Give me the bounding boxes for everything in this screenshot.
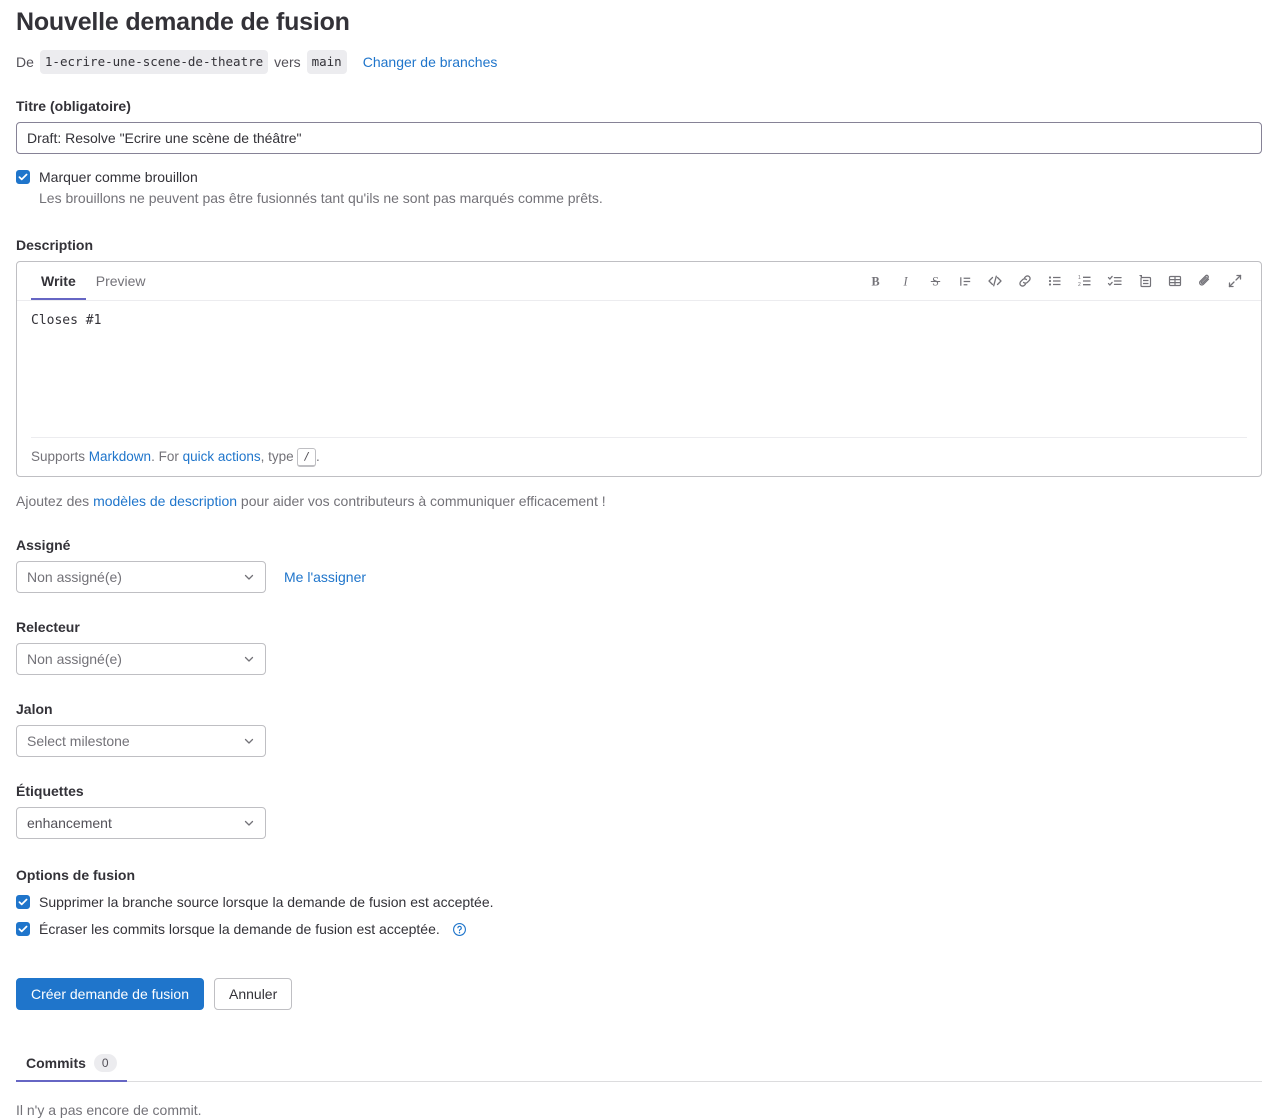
editor-header: Write Preview B I S 1 2 xyxy=(17,262,1261,301)
squash-commits-row[interactable]: Écraser les commits lorsque la demande d… xyxy=(16,918,1254,940)
description-label: Description xyxy=(16,237,94,253)
page-title: Nouvelle demande de fusion xyxy=(16,8,350,36)
template-note-suffix: pour aider vos contributeurs à communiqu… xyxy=(237,493,606,509)
labels-select[interactable]: enhancement xyxy=(16,807,266,839)
tab-write[interactable]: Write xyxy=(31,262,86,300)
task-list-icon[interactable] xyxy=(1101,267,1129,295)
bold-icon[interactable]: B xyxy=(861,267,889,295)
branch-summary: De 1-ecrire-une-scene-de-theatre vers ma… xyxy=(16,50,1254,74)
merge-options-label: Options de fusion xyxy=(16,867,135,883)
supports-suffix: . xyxy=(316,449,320,464)
svg-text:B: B xyxy=(871,274,879,288)
chevron-down-icon xyxy=(243,735,255,747)
svg-text:I: I xyxy=(902,274,908,288)
labels-group: Étiquettes enhancement xyxy=(8,781,1254,839)
chevron-down-icon xyxy=(243,571,255,583)
description-textarea-wrapper: Closes #1 xyxy=(17,301,1261,437)
description-templates-link[interactable]: modèles de description xyxy=(93,493,237,509)
draft-checkbox[interactable] xyxy=(16,170,30,184)
commits-section: Commits 0 Il n'y a pas encore de commit. xyxy=(8,1048,1262,1120)
italic-icon[interactable]: I xyxy=(891,267,919,295)
quick-actions-link[interactable]: quick actions xyxy=(183,449,261,464)
strikethrough-icon[interactable]: S xyxy=(921,267,949,295)
reviewer-label: Relecteur xyxy=(16,619,80,635)
commits-empty-message: Il n'y a pas encore de commit. xyxy=(16,1102,202,1118)
assignee-select[interactable]: Non assigné(e) xyxy=(16,561,266,593)
form-actions: Créer demande de fusion Annuler xyxy=(16,978,1254,1010)
link-icon[interactable] xyxy=(1011,267,1039,295)
delete-source-branch-label: Supprimer la branche source lorsque la d… xyxy=(39,894,494,910)
milestone-label: Jalon xyxy=(16,701,53,717)
editor-footer-hint: Supports Markdown. For quick actions, ty… xyxy=(31,437,1247,476)
collapsible-section-icon[interactable] xyxy=(1131,267,1159,295)
description-template-note: Ajoutez des modèles de description pour … xyxy=(16,491,1254,511)
quote-icon[interactable] xyxy=(951,267,979,295)
self-assign-link[interactable]: Me l'assigner xyxy=(284,569,366,585)
commits-tabbar: Commits 0 xyxy=(16,1048,1262,1082)
attachment-icon[interactable] xyxy=(1191,267,1219,295)
draft-checkbox-label: Marquer comme brouillon xyxy=(39,169,198,185)
svg-text:1: 1 xyxy=(1078,275,1081,281)
assignee-row: Non assigné(e) Me l'assigner xyxy=(16,561,1254,593)
editor-tabs: Write Preview xyxy=(31,262,156,300)
template-note-prefix: Ajoutez des xyxy=(16,493,94,509)
from-label: De xyxy=(16,54,34,70)
new-merge-request-page: Nouvelle demande de fusion De 1-ecrire-u… xyxy=(0,0,1278,1120)
change-branches-link[interactable]: Changer de branches xyxy=(363,52,498,72)
milestone-group: Jalon Select milestone xyxy=(8,699,1254,757)
milestone-value: Select milestone xyxy=(27,733,130,749)
assignee-label: Assigné xyxy=(16,537,71,553)
draft-checkbox-row[interactable]: Marquer comme brouillon xyxy=(16,166,1254,188)
table-icon[interactable] xyxy=(1161,267,1189,295)
type-text: , type xyxy=(260,449,298,464)
description-textarea[interactable]: Closes #1 xyxy=(31,311,1247,330)
reviewer-row: Non assigné(e) xyxy=(16,643,1254,675)
squash-commits-label: Écraser les commits lorsque la demande d… xyxy=(39,921,440,937)
title-input[interactable] xyxy=(16,122,1262,154)
milestone-row: Select milestone xyxy=(16,725,1254,757)
supports-middle: . For xyxy=(151,449,183,464)
chevron-down-icon xyxy=(243,653,255,665)
labels-row: enhancement xyxy=(16,807,1254,839)
slash-key-hint: / xyxy=(297,448,317,467)
title-field-label: Titre (obligatoire) xyxy=(16,98,131,114)
chevron-down-icon xyxy=(243,817,255,829)
source-branch-badge: 1-ecrire-une-scene-de-theatre xyxy=(39,50,269,74)
svg-text:2: 2 xyxy=(1078,282,1081,288)
to-label: vers xyxy=(274,54,301,70)
title-field-group: Titre (obligatoire) xyxy=(8,96,1262,154)
draft-group: Marquer comme brouillon Les brouillons n… xyxy=(8,166,1254,209)
commits-count-badge: 0 xyxy=(93,1054,117,1072)
commits-tab-label: Commits xyxy=(26,1055,86,1071)
tab-commits[interactable]: Commits 0 xyxy=(16,1054,127,1082)
assignee-group: Assigné Non assigné(e) Me l'assigner xyxy=(8,535,1254,593)
reviewer-group: Relecteur Non assigné(e) xyxy=(8,617,1254,675)
cancel-button[interactable]: Annuler xyxy=(214,978,293,1010)
numbered-list-icon[interactable]: 12 xyxy=(1071,267,1099,295)
markdown-link[interactable]: Markdown xyxy=(89,449,151,464)
squash-commits-checkbox[interactable] xyxy=(16,922,30,936)
labels-label: Étiquettes xyxy=(16,783,84,799)
delete-source-branch-checkbox[interactable] xyxy=(16,895,30,909)
reviewer-value: Non assigné(e) xyxy=(27,651,122,667)
help-question-icon[interactable] xyxy=(452,922,467,937)
reviewer-select[interactable]: Non assigné(e) xyxy=(16,643,266,675)
fullscreen-icon[interactable] xyxy=(1221,267,1249,295)
description-group: Description Write Preview B I S 1 2 Clos… xyxy=(8,235,1262,511)
editor-toolbar: B I S 1 2 xyxy=(861,267,1253,295)
tab-preview[interactable]: Preview xyxy=(86,262,156,300)
create-merge-request-button[interactable]: Créer demande de fusion xyxy=(16,978,204,1010)
code-icon[interactable] xyxy=(981,267,1009,295)
assignee-value: Non assigné(e) xyxy=(27,569,122,585)
labels-value: enhancement xyxy=(27,815,112,831)
draft-help-text: Les brouillons ne peuvent pas être fusio… xyxy=(39,190,603,206)
bullet-list-icon[interactable] xyxy=(1041,267,1069,295)
supports-prefix: Supports xyxy=(31,449,89,464)
milestone-select[interactable]: Select milestone xyxy=(16,725,266,757)
description-editor: Write Preview B I S 1 2 Closes #1 Suppor… xyxy=(16,261,1262,477)
target-branch-badge: main xyxy=(306,50,347,74)
merge-options-group: Options de fusion Supprimer la branche s… xyxy=(8,865,1254,940)
delete-source-branch-row[interactable]: Supprimer la branche source lorsque la d… xyxy=(16,891,1254,913)
